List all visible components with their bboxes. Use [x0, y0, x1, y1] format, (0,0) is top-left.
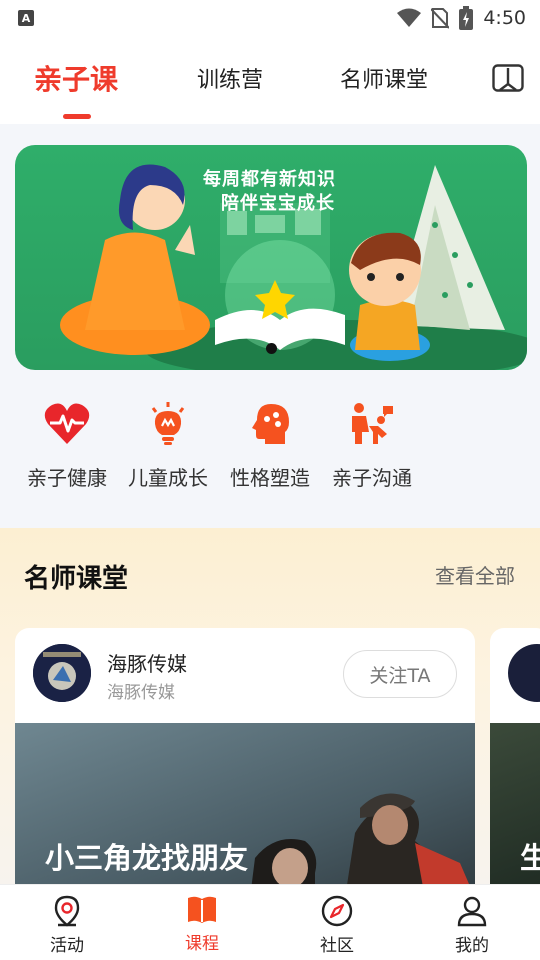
avatar[interactable]	[508, 644, 540, 702]
nav-label: 活动	[50, 936, 84, 956]
teacher-name[interactable]: 海豚传媒	[107, 648, 187, 677]
person-icon	[457, 896, 487, 927]
category-health[interactable]: 亲子健康	[17, 402, 117, 491]
parent-child-icon	[352, 403, 393, 444]
nav-activity[interactable]: 活动	[32, 895, 102, 956]
banner-page-indicator	[266, 343, 277, 354]
section-title: 名师课堂	[24, 564, 129, 594]
course-title: 小三角龙找朋友	[45, 841, 249, 875]
battery-icon	[459, 6, 474, 30]
compass-icon	[321, 895, 353, 927]
category-label: 亲子沟通	[332, 466, 412, 490]
view-all-link[interactable]: 查看全部	[435, 560, 515, 589]
head-icon	[252, 404, 289, 444]
category-communication[interactable]: 亲子沟通	[322, 402, 422, 491]
category-growth[interactable]: 儿童成长	[118, 402, 218, 491]
wifi-icon	[397, 8, 422, 27]
master-class-section: 名师课堂 查看全部 海豚传媒 海豚传媒 关注TA 小三角龙找朋友 生	[0, 528, 540, 898]
teacher-card-next[interactable]: 生	[490, 628, 540, 898]
category-character[interactable]: 性格塑造	[220, 402, 320, 491]
category-label: 亲子健康	[27, 466, 107, 490]
category-label: 性格塑造	[230, 466, 310, 490]
nav-label: 社区	[320, 936, 354, 956]
bottom-nav-bar: 活动 课程 社区 我的	[0, 884, 540, 960]
active-tab-indicator	[63, 114, 91, 119]
lightbulb-icon	[151, 402, 185, 445]
location-pin-icon	[54, 895, 80, 927]
tab-master-class[interactable]: 名师课堂	[340, 62, 428, 94]
app-notification-icon: A	[18, 10, 34, 26]
nav-courses[interactable]: 课程	[167, 895, 237, 954]
course-title: 生	[520, 841, 540, 875]
teacher-card[interactable]: 海豚传媒 海豚传媒 关注TA 小三角龙找朋友	[15, 628, 475, 898]
open-book-icon[interactable]	[492, 64, 524, 92]
nav-community[interactable]: 社区	[302, 895, 372, 956]
top-tab-bar: 亲子课 训练营 名师课堂	[0, 36, 540, 124]
category-label: 儿童成长	[128, 466, 208, 490]
promo-banner[interactable]: 每周都有新知识 陪伴宝宝成长	[15, 145, 527, 370]
book-icon	[188, 896, 216, 923]
nav-profile[interactable]: 我的	[437, 895, 507, 956]
nav-label: 我的	[455, 936, 489, 956]
no-sim-icon	[431, 8, 450, 29]
nav-label: 课程	[185, 934, 219, 954]
clock: 4:50	[483, 7, 526, 29]
heart-pulse-icon	[44, 403, 90, 444]
course-cover[interactable]: 小三角龙找朋友	[15, 723, 475, 898]
course-cover[interactable]: 生	[490, 723, 540, 898]
category-shortcuts: 亲子健康 儿童成长 性格塑造 亲子沟通	[0, 390, 540, 520]
banner-subheadline: 陪伴宝宝成长	[221, 193, 335, 214]
avatar[interactable]	[33, 644, 91, 702]
tab-parent-child-class[interactable]: 亲子课	[34, 58, 118, 98]
status-bar: A 4:50	[0, 0, 540, 36]
tab-training-camp[interactable]: 训练营	[197, 62, 263, 94]
follow-button[interactable]: 关注TA	[343, 650, 457, 698]
teacher-subtitle: 海豚传媒	[107, 683, 175, 703]
banner-headline: 每周都有新知识	[203, 169, 336, 190]
